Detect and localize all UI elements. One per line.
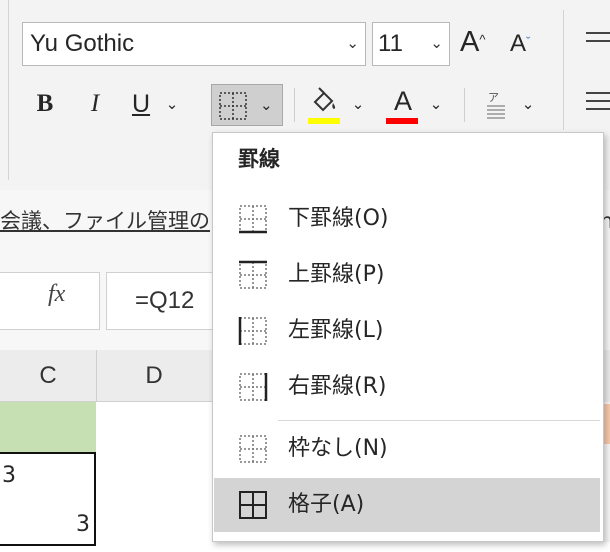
phonetic-chevron-icon[interactable]: ⌄ xyxy=(520,84,536,124)
hyperlink-text[interactable]: 会議、ファイル管理の共 xyxy=(0,204,210,238)
cell-d-area[interactable] xyxy=(96,402,212,542)
column-header-c[interactable]: C xyxy=(0,350,96,402)
svg-text:ア: ア xyxy=(488,91,499,104)
fill-color-chevron-icon[interactable]: ⌄ xyxy=(350,84,366,124)
chevron-down-icon[interactable]: ⌄ xyxy=(430,23,443,65)
align-left-icon-line xyxy=(586,108,610,110)
fill-color-swatch xyxy=(308,118,340,124)
toolbar-separator xyxy=(294,88,295,122)
shrink-font-label: A xyxy=(510,30,527,57)
menu-item-right-border[interactable]: 右罫線(R) xyxy=(214,360,600,414)
chevron-down-icon[interactable]: ⌄ xyxy=(346,23,359,65)
menu-item-bottom-border[interactable]: 下罫線(O) xyxy=(214,192,600,246)
cell-c-row1[interactable]: 3 xyxy=(0,452,96,500)
bottom-border-icon xyxy=(239,205,267,234)
font-color-swatch xyxy=(386,118,418,124)
ribbon-edge xyxy=(8,0,9,180)
underline-dropdown-chevron-icon[interactable]: ⌄ xyxy=(164,84,180,124)
menu-item-top-border[interactable]: 上罫線(P) xyxy=(214,248,600,302)
toolbar-separator xyxy=(464,88,465,122)
decrease-font-size-button[interactable]: Aˇ xyxy=(510,26,548,62)
column-header-partial xyxy=(604,350,610,402)
phonetic-guide-icon: ア xyxy=(487,91,505,119)
chevron-down-icon: ⌄ xyxy=(260,96,273,114)
font-name-value: Yu Gothic xyxy=(30,30,135,57)
font-color-chevron-icon[interactable]: ⌄ xyxy=(428,84,444,124)
paint-bucket-icon xyxy=(313,87,336,112)
align-top-icon-line xyxy=(586,40,610,42)
increase-font-size-button[interactable]: A ^ xyxy=(460,22,498,62)
cell-c-row2[interactable]: 3 xyxy=(0,498,96,546)
menu-item-label: 右罫線(R) xyxy=(288,374,387,399)
font-color-button[interactable]: A xyxy=(386,84,420,118)
borders-button[interactable]: ⌄ xyxy=(211,84,283,126)
ribbon-group-divider xyxy=(563,10,564,130)
menu-item-left-border[interactable]: 左罫線(L) xyxy=(214,304,600,358)
no-border-icon xyxy=(239,435,267,463)
formula-bar[interactable]: =Q12 xyxy=(106,272,216,330)
font-name-combobox[interactable]: Yu Gothic ⌄ xyxy=(22,22,366,66)
column-header-d[interactable]: D xyxy=(96,350,212,402)
font-size-combobox[interactable]: 11 ⌄ xyxy=(372,22,450,66)
top-border-icon xyxy=(239,260,267,289)
menu-item-label: 左罫線(L) xyxy=(288,318,384,343)
menu-item-label: 枠なし(N) xyxy=(288,436,388,461)
font-size-value: 11 xyxy=(378,30,403,57)
left-border-icon xyxy=(238,317,267,345)
right-border-icon xyxy=(239,373,268,401)
insert-function-icon[interactable]: fx xyxy=(48,281,65,308)
phonetic-guide-button[interactable]: ア xyxy=(484,88,508,124)
menu-item-label: 上罫線(P) xyxy=(288,262,385,287)
borders-icon xyxy=(219,92,247,120)
cell-partial xyxy=(604,404,610,444)
caret-down-icon: ˇ xyxy=(526,34,531,49)
align-left-icon[interactable] xyxy=(586,92,610,94)
grow-font-label: A xyxy=(460,26,480,58)
align-left-icon-line xyxy=(586,100,610,102)
menu-title: 罫線 xyxy=(238,147,280,171)
menu-separator xyxy=(278,420,600,421)
menu-item-label: 格子(A) xyxy=(288,492,365,517)
cell-c-header[interactable] xyxy=(0,402,96,452)
underline-button[interactable]: U xyxy=(126,84,156,124)
align-top-icon[interactable] xyxy=(586,32,610,34)
menu-item-label: 下罫線(O) xyxy=(288,206,389,231)
bold-button[interactable]: B xyxy=(30,84,60,124)
caret-up-icon: ^ xyxy=(479,32,486,47)
menu-item-all-borders[interactable]: 格子(A) xyxy=(214,478,600,532)
menu-item-no-border[interactable]: 枠なし(N) xyxy=(214,422,600,476)
all-borders-icon xyxy=(239,491,267,519)
italic-button[interactable]: I xyxy=(80,84,110,124)
